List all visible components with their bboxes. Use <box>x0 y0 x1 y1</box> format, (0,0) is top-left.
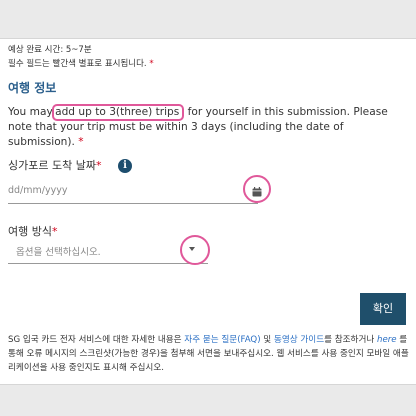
trip-notice: You may add up to 3(three) trips for you… <box>8 104 388 148</box>
faq-link[interactable]: 자주 묻는 질문(FAQ) <box>184 335 260 345</box>
required-fields-note: 필수 필드는 빨간색 별표로 표시됩니다. * <box>8 59 154 69</box>
video-guide-link[interactable]: 동영상 가이드 <box>274 335 324 345</box>
required-asterisk: * <box>95 159 102 172</box>
arrival-date-input[interactable] <box>8 178 258 204</box>
here-link[interactable]: here <box>377 335 397 345</box>
form-card: 예상 완료 시간: 5~7분 필수 필드는 빨간색 별표로 표시됩니다. * 여… <box>0 38 416 385</box>
travel-mode-select[interactable]: 옵션을 선택하십시오. <box>8 238 208 264</box>
arrival-date-label: 싱가포르 도착 날짜* <box>8 159 102 172</box>
required-asterisk: * <box>51 225 58 238</box>
trip-limit-highlight: add up to 3(three) trips <box>52 104 185 121</box>
required-asterisk: * <box>78 136 84 148</box>
help-footer: SG 입국 카드 전자 서비스에 대한 자세한 내용은 자주 묻는 질문(FAQ… <box>8 335 409 373</box>
travel-mode-label: 여행 방식* <box>8 225 58 238</box>
dropdown-highlight-ring <box>180 235 210 265</box>
required-asterisk: * <box>149 59 154 69</box>
travel-mode-placeholder: 옵션을 선택하십시오. <box>16 247 101 258</box>
confirm-button[interactable]: 확인 <box>360 293 406 325</box>
calendar-highlight-ring <box>243 175 271 203</box>
section-title: 여행 정보 <box>8 81 57 95</box>
estimated-time: 예상 완료 시간: 5~7분 <box>8 45 92 55</box>
info-icon[interactable]: i <box>118 159 132 173</box>
